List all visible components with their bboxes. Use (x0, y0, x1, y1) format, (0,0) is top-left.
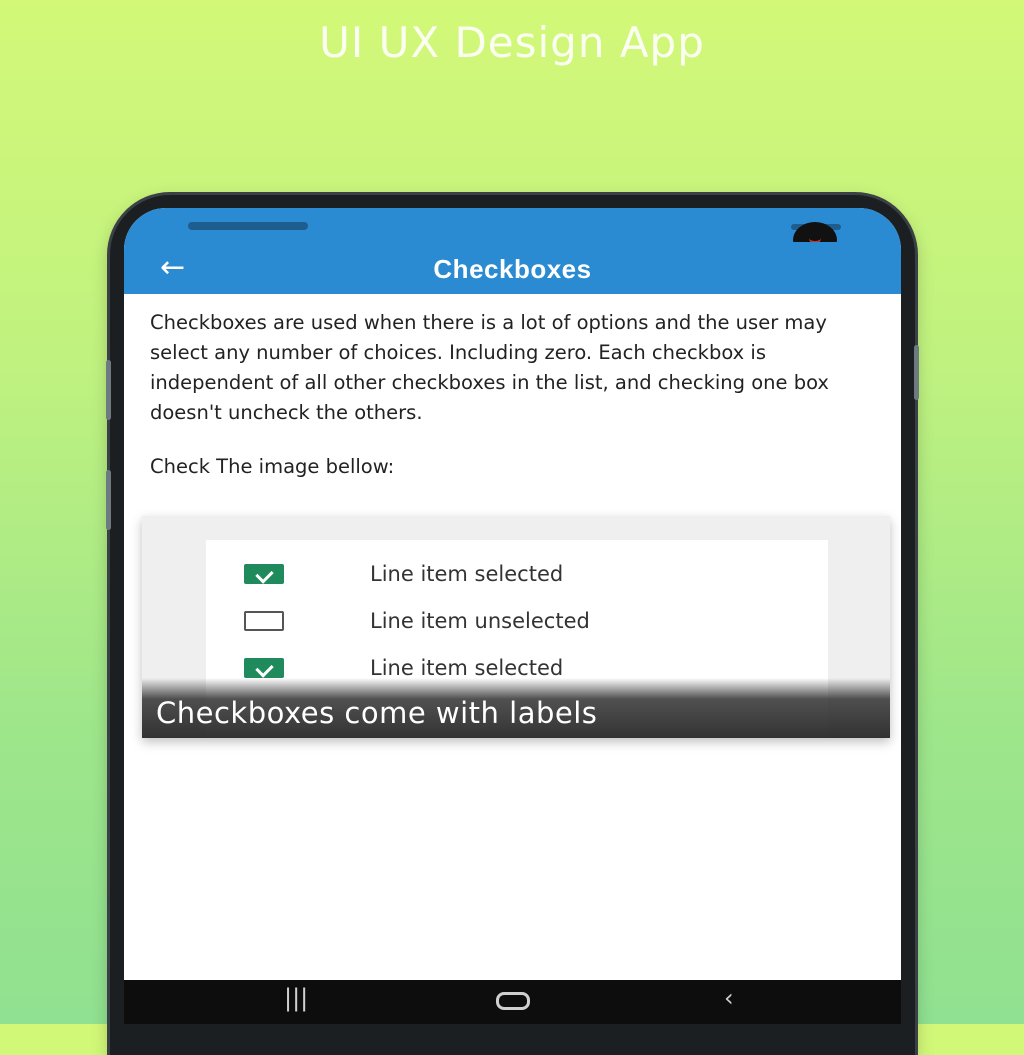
list-item-label: Line item selected (370, 656, 564, 680)
phone-screen: ← Checkboxes Checkboxes are used when th… (124, 208, 901, 1008)
status-bar (124, 208, 901, 242)
phone-side-button (914, 345, 919, 400)
image-caption: Checkboxes come with labels (156, 696, 598, 730)
list-item: Line item unselected (206, 603, 828, 639)
page-title: Checkboxes (433, 254, 592, 284)
caption-bar: Checkboxes come with labels (142, 678, 890, 738)
promo-title: UI UX Design App (319, 18, 705, 67)
checkbox-checked (244, 564, 284, 584)
phone-side-button (106, 470, 111, 530)
list-item-label: Line item unselected (370, 609, 590, 633)
prompt-text: Check The image bellow: (150, 455, 395, 478)
content: Checkboxes are used when there is a lot … (124, 294, 901, 478)
system-nav-bar: ||| ‹ (124, 980, 901, 1024)
example-image: Line item selected Line item unselected … (142, 516, 890, 738)
phone-side-button (106, 360, 111, 420)
list-item-label: Line item selected (370, 562, 564, 586)
back-icon[interactable]: ‹ (724, 984, 734, 1012)
checkbox-checked (244, 658, 284, 678)
home-icon[interactable] (496, 992, 530, 1010)
app-bar: ← Checkboxes (124, 242, 901, 294)
recents-icon[interactable]: ||| (284, 984, 308, 1012)
checkbox-unchecked (244, 611, 284, 631)
list-item: Line item selected (206, 556, 828, 592)
status-time (188, 222, 308, 230)
description-text: Checkboxes are used when there is a lot … (150, 311, 829, 424)
